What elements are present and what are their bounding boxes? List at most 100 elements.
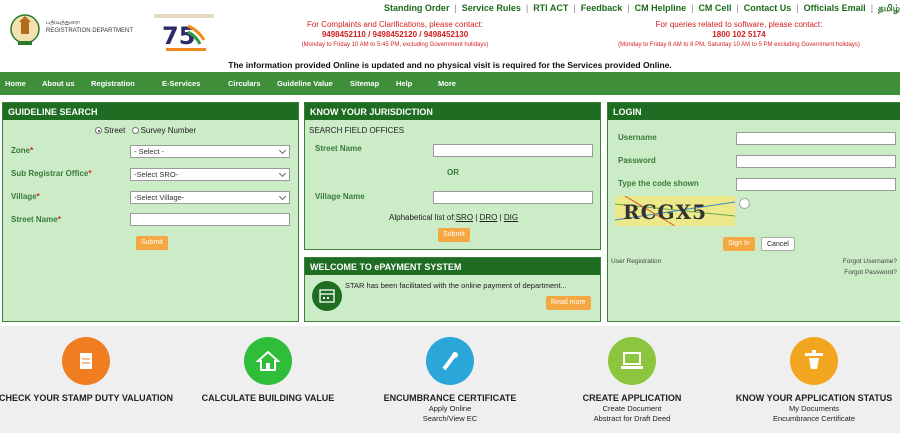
link-cm-helpline[interactable]: CM Helpline (635, 3, 687, 13)
top-links: Standing Order | Service Rules | RTI ACT | Fee… (383, 3, 900, 13)
nav-sitemap[interactable]: Sitemap (350, 79, 379, 88)
alphabetical-list: Alphabetical list of:SRO | DRO | DIG (389, 213, 519, 222)
guideline-submit-button[interactable]: Submit (136, 236, 168, 250)
building-value-card[interactable]: CALCULATE BUILDING VALUE (180, 337, 356, 404)
card-title: ENCUMBRANCE CERTIFICATE (383, 393, 517, 403)
laptop-icon (608, 337, 656, 385)
dro-list-link[interactable]: DRO (480, 213, 498, 222)
street-name-input[interactable] (130, 213, 290, 226)
forgot-password-link[interactable]: Forgot Password? (844, 269, 897, 276)
forgot-username-link[interactable]: Forgot Username? (843, 258, 897, 265)
panel-title: KNOW YOUR JURISDICTION (305, 103, 600, 120)
link-contact-us[interactable]: Contact Us (744, 3, 792, 13)
dig-list-link[interactable]: DIG (504, 213, 518, 222)
village-label: Village* (11, 192, 40, 201)
guideline-search-panel: GUIDELINE SEARCH Street Survey Number Zo… (2, 102, 299, 322)
azadi-75-logo-icon: 75 (154, 14, 214, 51)
zone-label: Zone* (11, 146, 34, 155)
captcha-label: Type the code shown (618, 179, 699, 188)
username-input[interactable] (736, 132, 896, 145)
link-rti-act[interactable]: RTI ACT (533, 3, 568, 13)
jur-village-label: Village Name (315, 192, 365, 201)
application-status-card[interactable]: KNOW YOUR APPLICATION STATUS My Document… (726, 337, 900, 424)
certificate-icon (426, 337, 474, 385)
card-title: KNOW YOUR APPLICATION STATUS (735, 393, 893, 403)
zone-select[interactable]: - Select - (130, 145, 290, 158)
status-icon (790, 337, 838, 385)
apply-online-link[interactable]: Apply Online (362, 404, 538, 414)
panel-title: LOGIN (608, 103, 900, 120)
link-cm-cell[interactable]: CM Cell (698, 3, 731, 13)
software-contact: For queries related to software, please … (618, 20, 860, 48)
card-title: CALCULATE BUILDING VALUE (201, 393, 335, 403)
link-service-rules[interactable]: Service Rules (462, 3, 521, 13)
village-select[interactable]: -Select Village- (130, 191, 290, 204)
panel-title: GUIDELINE SEARCH (3, 103, 298, 120)
card-title: CREATE APPLICATION (582, 393, 682, 403)
tn-emblem-icon (10, 14, 40, 45)
sro-list-link[interactable]: SRO (456, 213, 473, 222)
jur-street-input[interactable] (433, 144, 593, 157)
search-view-ec-link[interactable]: Search/View EC (362, 414, 538, 424)
complaints-contact: For Complaints and Clarifications, pleas… (301, 20, 489, 48)
read-more-button[interactable]: Read more (546, 296, 591, 310)
jur-street-label: Street Name (315, 144, 362, 153)
link-feedback[interactable]: Feedback (581, 3, 623, 13)
my-documents-link[interactable]: My Documents (726, 404, 900, 414)
card-title: CHECK YOUR STAMP DUTY VALUATION (0, 393, 173, 403)
captcha-input[interactable] (736, 178, 896, 191)
refresh-captcha-icon[interactable] (739, 198, 750, 209)
nav-about-us[interactable]: About us (42, 79, 75, 88)
sign-in-button[interactable]: Sign In (723, 237, 755, 251)
calendar-payment-icon (312, 281, 342, 311)
nav-circulars[interactable]: Circulars (228, 79, 261, 88)
cancel-button[interactable]: Cancel (761, 237, 795, 251)
service-cards: CHECK YOUR STAMP DUTY VALUATION CALCULAT… (0, 326, 900, 433)
search-type-radios: Street Survey Number (95, 126, 196, 135)
sro-select[interactable]: -Select SRO- (130, 168, 290, 181)
encumbrance-certificate-link[interactable]: Encumbrance Certificate (726, 414, 900, 424)
epayment-panel: WELCOME TO ePAYMENT SYSTEM STAR has been… (304, 257, 601, 322)
chevron-down-icon (278, 146, 287, 155)
main-nav: Home About us Registration E-Services Ci… (0, 72, 900, 95)
panel-title: WELCOME TO ePAYMENT SYSTEM (305, 258, 600, 275)
captcha-image: RCGX5 (615, 196, 735, 226)
jurisdiction-submit-button[interactable]: Submit (438, 228, 470, 242)
captcha-text: RCGX5 (623, 200, 708, 224)
create-application-card[interactable]: CREATE APPLICATION Create Document Abstr… (544, 337, 720, 424)
site-header: பதிவுத்துறை REGISTRATION DEPARTMENT 75 S… (0, 0, 900, 70)
nav-home[interactable]: Home (5, 79, 26, 88)
jur-village-input[interactable] (433, 191, 593, 204)
link-officials-email[interactable]: Officials Email (804, 3, 866, 13)
abstract-draft-deed-link[interactable]: Abstract for Draft Deed (544, 414, 720, 424)
stamp-duty-card[interactable]: CHECK YOUR STAMP DUTY VALUATION (0, 337, 174, 404)
chevron-down-icon (278, 192, 287, 201)
nav-guideline-value[interactable]: Guideline Value (277, 79, 333, 88)
document-icon (62, 337, 110, 385)
create-document-link[interactable]: Create Document (544, 404, 720, 414)
department-name: பதிவுத்துறை REGISTRATION DEPARTMENT (46, 20, 134, 34)
nav-more[interactable]: More (438, 79, 456, 88)
nav-e-services[interactable]: E-Services (162, 79, 200, 88)
user-registration-link[interactable]: User Registration (611, 258, 661, 265)
jurisdiction-panel: KNOW YOUR JURISDICTION SEARCH FIELD OFFI… (304, 102, 601, 250)
home-icon (244, 337, 292, 385)
chevron-down-icon (278, 169, 287, 178)
nav-help[interactable]: Help (396, 79, 412, 88)
password-label: Password (618, 156, 656, 165)
survey-number-radio[interactable] (131, 127, 139, 134)
nav-registration[interactable]: Registration (91, 79, 135, 88)
link-standing-order[interactable]: Standing Order (384, 3, 450, 13)
username-label: Username (618, 133, 657, 142)
search-field-offices-heading: SEARCH FIELD OFFICES (309, 126, 405, 135)
login-panel: LOGIN Username Password Type the code sh… (607, 102, 900, 322)
password-input[interactable] (736, 155, 896, 168)
online-notice: The information provided Online is updat… (228, 60, 672, 70)
street-radio[interactable] (95, 127, 102, 134)
link-tamil[interactable]: தமிழ் (878, 3, 900, 13)
encumbrance-certificate-card[interactable]: ENCUMBRANCE CERTIFICATE Apply Online Sea… (362, 337, 538, 424)
street-name-label: Street Name* (11, 215, 61, 224)
sro-label: Sub Registrar Office* (11, 169, 92, 178)
or-separator: OR (447, 168, 459, 177)
epayment-text: STAR has been facilitated with the onlin… (345, 281, 567, 290)
